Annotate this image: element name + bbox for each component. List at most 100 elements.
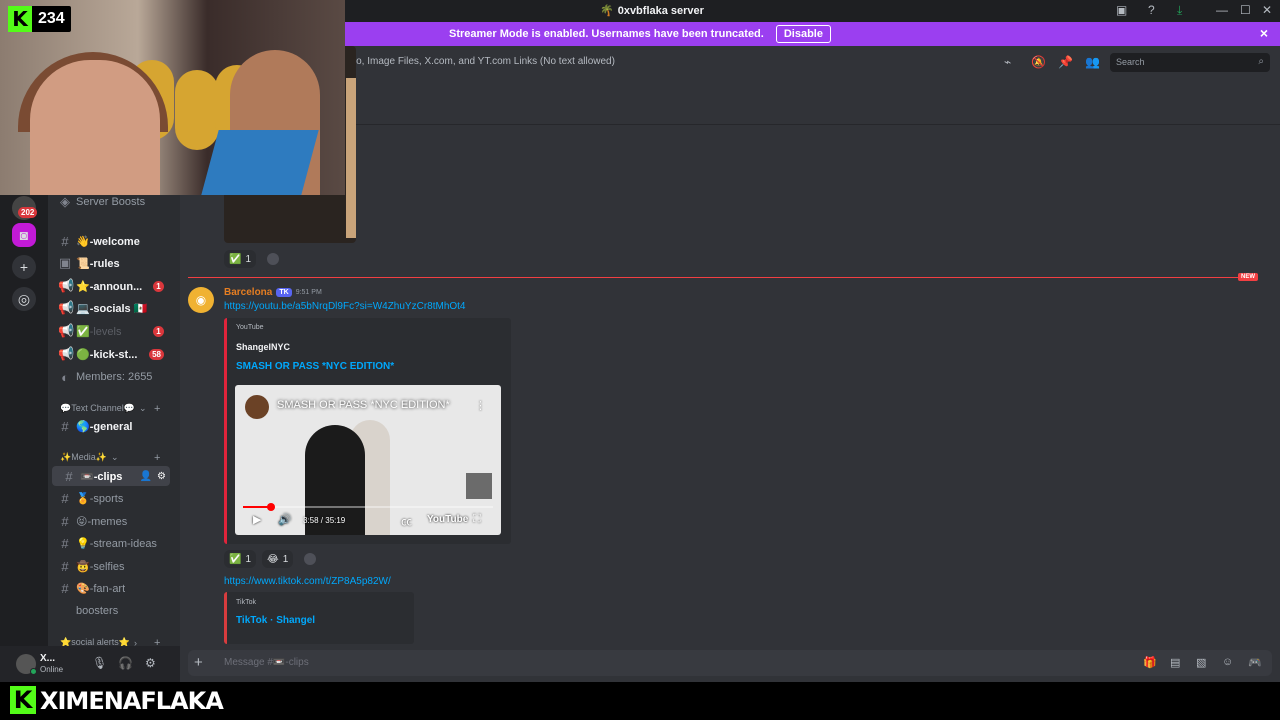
threads-icon[interactable]: ⌁ bbox=[1004, 55, 1011, 69]
progress-knob[interactable] bbox=[267, 503, 276, 511]
gif-icon[interactable]: ▤ bbox=[1170, 656, 1180, 669]
server-icon: 🌴 bbox=[600, 5, 614, 17]
video-thumbnail-small[interactable] bbox=[466, 473, 492, 499]
search-placeholder: Search bbox=[1116, 57, 1145, 67]
gear-icon[interactable]: ⚙ bbox=[157, 471, 166, 482]
add-channel-icon[interactable]: + bbox=[154, 452, 160, 464]
channel-socials[interactable]: 📢 💻-socials 🇲🇽 bbox=[48, 298, 180, 318]
microphone-icon[interactable]: 🎙 bbox=[92, 656, 107, 670]
video-player[interactable]: SMASH OR PASS *NYC EDITION* ⋮ ▶ 🔊 3:58 /… bbox=[235, 385, 501, 535]
channel-clips[interactable]: # 📼-clips 👤 ⚙ bbox=[52, 466, 170, 486]
notification-bell-icon[interactable]: 🔕 bbox=[1031, 55, 1046, 69]
reaction-laugh[interactable]: 😂 1 bbox=[262, 550, 294, 568]
channel-memes[interactable]: # 😝-memes bbox=[48, 511, 180, 531]
channel-boosters[interactable]: boosters bbox=[48, 601, 180, 621]
reaction-check[interactable]: ✅ 1 bbox=[224, 550, 257, 568]
channel-rules[interactable]: ▣ 📜-rules bbox=[48, 253, 180, 273]
new-messages-divider bbox=[188, 277, 1248, 278]
channel-welcome[interactable]: # 👋-welcome bbox=[48, 231, 180, 251]
disable-button[interactable]: Disable bbox=[775, 25, 831, 43]
unread-badge: 1 bbox=[153, 325, 164, 337]
viewer-count: K 234 bbox=[8, 6, 71, 32]
server-boosts[interactable]: ◈ Server Boosts bbox=[48, 192, 180, 212]
viewer-count-number: 234 bbox=[38, 10, 65, 27]
apps-icon[interactable]: 🎮 bbox=[1248, 656, 1262, 669]
members-count[interactable]: ◐ Members: 2655 bbox=[48, 367, 180, 387]
add-server-icon[interactable]: + bbox=[12, 255, 36, 279]
gift-icon[interactable]: 🎁 bbox=[1143, 656, 1157, 669]
progress-bar[interactable] bbox=[243, 503, 493, 511]
stream-name-bar: K XIMENAFLAKA bbox=[0, 682, 1280, 720]
embed-title[interactable]: TikTok · Shangel bbox=[236, 615, 315, 626]
reaction-count: 1 bbox=[245, 553, 252, 565]
category-text-channel[interactable]: 💬Text Channel💬 ⌄ + bbox=[60, 403, 160, 415]
hash-icon: # bbox=[61, 535, 69, 551]
author-avatar[interactable]: ◉ bbox=[188, 287, 214, 313]
channel-fan-art[interactable]: # 🎨-fan-art bbox=[48, 578, 180, 598]
sticker-icon[interactable]: ▧ bbox=[1196, 656, 1206, 669]
message-composer[interactable]: + Message #📼-clips 🎁 ▤ ▧ ☺ 🎮 bbox=[188, 650, 1272, 676]
captions-icon[interactable]: ㏄ bbox=[401, 513, 412, 529]
volume-icon[interactable]: 🔊 bbox=[278, 513, 292, 526]
more-options-icon[interactable]: ⋮ bbox=[475, 399, 486, 412]
embed-provider[interactable]: TikTok bbox=[236, 599, 256, 606]
camera-server-icon[interactable]: ◙ bbox=[12, 223, 36, 247]
category-media[interactable]: ✨Media✨ ⌄ + bbox=[60, 452, 160, 464]
channel-levels[interactable]: 📢 ✅-levels 1 bbox=[48, 321, 180, 341]
play-icon[interactable]: ▶ bbox=[253, 513, 261, 526]
megaphone-icon: 📢 bbox=[58, 300, 75, 315]
channel-sports[interactable]: # 🏅-sports bbox=[48, 488, 180, 508]
laugh-emoji-icon: 😂 bbox=[267, 553, 279, 565]
webcam-person-left bbox=[30, 60, 160, 195]
close-icon[interactable]: ✕ bbox=[1262, 3, 1272, 17]
discover-icon[interactable]: ◎ bbox=[12, 287, 36, 311]
add-channel-icon[interactable]: + bbox=[154, 403, 160, 415]
add-reaction-icon[interactable] bbox=[267, 253, 279, 265]
maximize-icon[interactable]: ☐ bbox=[1240, 3, 1251, 17]
embed-title[interactable]: SMASH OR PASS *NYC EDITION* bbox=[236, 361, 394, 372]
reaction-check[interactable]: ✅ 1 bbox=[224, 250, 257, 268]
channel-avatar[interactable] bbox=[245, 395, 269, 419]
tiktok-link[interactable]: https://www.tiktok.com/t/ZP8A5p82W/ bbox=[224, 576, 391, 587]
megaphone-icon: 📢 bbox=[58, 323, 75, 338]
youtube-logo[interactable]: YouTube bbox=[427, 514, 468, 525]
screen-share-icon[interactable]: ▣ bbox=[1116, 3, 1127, 17]
embed-provider[interactable]: YouTube bbox=[236, 324, 264, 331]
add-reaction-icon[interactable] bbox=[304, 553, 316, 565]
channel-announcements[interactable]: 📢 ⭐-announ... 1 bbox=[48, 276, 180, 296]
channel-selfies[interactable]: # 🤠-selfies bbox=[48, 556, 180, 576]
username[interactable]: X... bbox=[40, 653, 55, 664]
author-name[interactable]: Barcelona bbox=[224, 287, 272, 298]
search-input[interactable]: Search ⌕ bbox=[1110, 53, 1270, 72]
headphones-icon[interactable]: 🎧 bbox=[118, 656, 133, 670]
add-attachment-icon[interactable]: + bbox=[194, 654, 203, 671]
video-title[interactable]: SMASH OR PASS *NYC EDITION* bbox=[277, 399, 450, 411]
tiktok-embed: TikTok TikTok · Shangel bbox=[224, 592, 414, 644]
fullscreen-icon[interactable]: ⛶ bbox=[473, 513, 481, 526]
minimize-icon[interactable]: — bbox=[1216, 3, 1228, 17]
guild-tag[interactable]: TK bbox=[276, 288, 292, 297]
banner-text: Streamer Mode is enabled. Usernames have… bbox=[449, 28, 764, 40]
channel-stream-ideas[interactable]: # 💡-stream-ideas bbox=[48, 533, 180, 553]
unread-badge: 58 bbox=[149, 348, 164, 360]
check-emoji-icon: ✅ bbox=[229, 253, 242, 265]
megaphone-icon: 📢 bbox=[58, 346, 75, 361]
channel-kick-stream[interactable]: 📢 🟢-kick-st... 58 bbox=[48, 344, 180, 364]
megaphone-icon: 📢 bbox=[58, 278, 75, 293]
close-icon[interactable]: × bbox=[1260, 25, 1268, 41]
channel-topic: deo, Image Files, X.com, and YT.com Link… bbox=[345, 56, 615, 67]
member-list-icon[interactable]: 👥 bbox=[1085, 55, 1100, 69]
add-channel-icon[interactable]: + bbox=[154, 637, 160, 647]
category-social-alerts[interactable]: ⭐social alerts⭐ › + bbox=[60, 637, 160, 647]
youtube-link[interactable]: https://youtu.be/a5bNrqDl9Fc?si=W4ZhuYzC… bbox=[224, 301, 466, 312]
help-icon[interactable]: ? bbox=[1148, 3, 1155, 17]
emoji-icon[interactable]: ☺ bbox=[1222, 656, 1233, 668]
channel-general[interactable]: # 🌎-general bbox=[48, 416, 180, 436]
invite-icon[interactable]: 👤 bbox=[140, 471, 152, 482]
download-icon[interactable]: ⤓ bbox=[1177, 3, 1182, 18]
embed-author[interactable]: ShangelNYC bbox=[236, 342, 290, 352]
pinned-messages-icon[interactable]: 📌 bbox=[1058, 55, 1073, 69]
search-icon: ⌕ bbox=[1258, 56, 1264, 67]
reaction-count: 1 bbox=[245, 253, 252, 265]
gear-icon[interactable]: ⚙ bbox=[145, 656, 156, 670]
